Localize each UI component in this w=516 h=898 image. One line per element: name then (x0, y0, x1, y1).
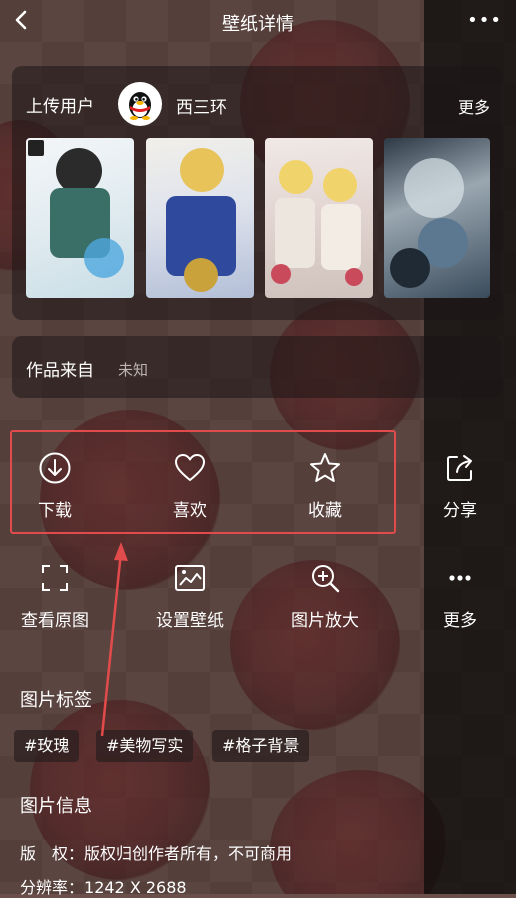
uploader-wallpaper-thumb-2[interactable] (146, 138, 254, 298)
uploader-wallpaper-thumb-1[interactable] (26, 138, 134, 298)
resolution-label: 分辨率： (20, 878, 85, 897)
tag-chip[interactable]: #玫瑰 (14, 730, 80, 762)
uploader-wallpaper-thumb-3[interactable] (265, 138, 373, 298)
tags-section-title: 图片标签 (20, 690, 92, 711)
share-icon (447, 455, 472, 481)
copyright-label: 版 权： (20, 844, 85, 863)
source-value: 未知 (118, 361, 149, 379)
zoom-label: 图片放大 (291, 611, 359, 631)
copyright-row: 版 权：版权归创作者所有，不可商用 (20, 840, 292, 864)
more-actions-label: 更多 (443, 611, 477, 631)
tag-chip[interactable]: #格子背景 (212, 730, 310, 762)
top-bar: 壁纸详情 ••• (0, 0, 516, 44)
share-button[interactable]: 分享 (415, 450, 505, 521)
source-label: 作品来自 (26, 361, 94, 381)
image-icon (175, 565, 205, 591)
more-dots-icon (449, 575, 471, 581)
uploader-more-link[interactable]: 更多 (458, 94, 490, 118)
fullscreen-icon (42, 565, 68, 591)
set-wallpaper-label: 设置壁纸 (156, 611, 224, 631)
copyright-value: 版权归创作者所有，不可商用 (84, 844, 293, 863)
more-menu-button[interactable]: ••• (467, 10, 502, 31)
tag-chip[interactable]: #美物写实 (96, 730, 194, 762)
more-actions-button[interactable]: 更多 (415, 560, 505, 631)
uploader-label: 上传用户 (26, 97, 94, 117)
more-dots-icon: ••• (467, 10, 502, 31)
uploader-name[interactable]: 西三环 (176, 93, 227, 118)
resolution-row: 分辨率：1242 X 2688 (20, 874, 187, 898)
qq-penguin-icon (129, 92, 151, 120)
uploader-wallpaper-thumb-4[interactable] (384, 138, 490, 298)
page-title: 壁纸详情 (222, 14, 294, 35)
uploader-avatar[interactable] (118, 82, 162, 126)
set-wallpaper-button[interactable]: 设置壁纸 (145, 560, 235, 631)
zoom-in-icon (312, 565, 340, 593)
annotation-highlight-box (10, 430, 396, 534)
resolution-value: 1242 X 2688 (84, 878, 187, 897)
view-original-button[interactable]: 查看原图 (10, 560, 100, 631)
zoom-button[interactable]: 图片放大 (280, 560, 370, 631)
share-label: 分享 (443, 501, 477, 521)
view-original-label: 查看原图 (21, 611, 89, 631)
info-section-title: 图片信息 (20, 796, 92, 817)
